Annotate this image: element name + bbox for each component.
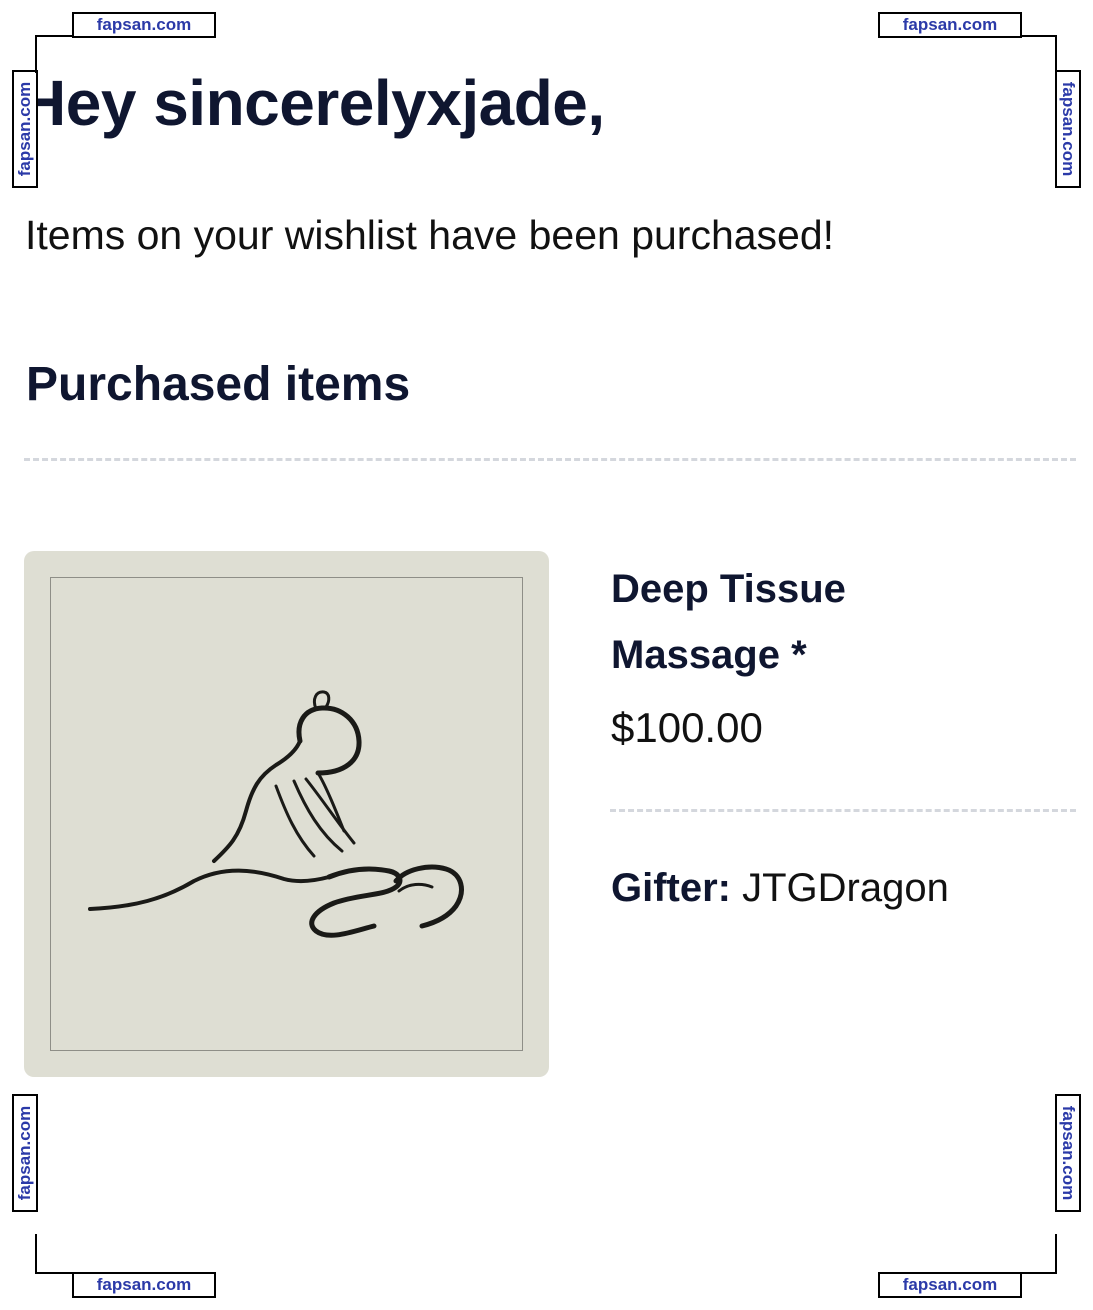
gifter-line: Gifter: JTGDragon [611,866,949,911]
watermark-top-left: fapsan.com [72,12,216,38]
product-price: $100.00 [611,704,763,751]
watermark-bottom-left: fapsan.com [72,1272,216,1298]
product-image[interactable] [24,551,549,1077]
watermark-left-top: fapsan.com [12,70,38,188]
wishlist-message: Items on your wishlist have been purchas… [25,212,835,258]
watermark-right-top-text: fapsan.com [1059,81,1078,177]
watermark-bottom-right: fapsan.com [878,1272,1022,1298]
corner-bracket-bottom-left [35,1234,74,1274]
product-name[interactable]: Deep Tissue Massage * [611,556,931,688]
gifter-label: Gifter: [611,866,731,910]
corner-bracket-top-right [1022,35,1057,73]
section-divider [24,458,1076,461]
watermark-left-bottom: fapsan.com [12,1094,38,1212]
watermark-right-bottom-text: fapsan.com [1059,1105,1078,1201]
watermark-right-top: fapsan.com [1055,70,1081,188]
purchased-items-title: Purchased items [26,358,411,411]
watermark-left-top-text: fapsan.com [15,81,34,177]
watermark-right-bottom: fapsan.com [1055,1094,1081,1212]
massage-illustration-icon [88,690,464,938]
gifter-name: JTGDragon [742,866,949,910]
corner-bracket-bottom-right [1022,1234,1057,1274]
corner-bracket-top-left [35,35,74,73]
greeting-heading: Hey sincerelyxjade, [20,67,605,139]
item-divider [610,809,1076,812]
watermark-left-bottom-text: fapsan.com [15,1105,34,1201]
watermark-top-right: fapsan.com [878,12,1022,38]
